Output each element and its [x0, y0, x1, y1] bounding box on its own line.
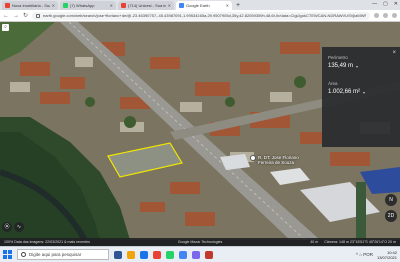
2d-toggle-button[interactable]: 2D [385, 210, 397, 222]
browser-tab-strip: Nova Imobiliária - Sua imobiliária e ✕ (… [0, 0, 400, 10]
tab-3[interactable]: (714) Unicesi - Sua imobiliária e ✕ [118, 1, 174, 10]
place-label[interactable]: R. DT. Jose Floriano Ferreira de Souza [258, 155, 299, 165]
tab-label: (714) Unicesi - Sua imobiliária e [128, 3, 166, 8]
area-value-row[interactable]: 1.002,66 m² ▾ [328, 89, 394, 95]
chevron-down-icon[interactable]: ▾ [356, 64, 358, 69]
file-explorer-icon[interactable] [127, 250, 135, 259]
tab-label: (7) WhatsApp [70, 3, 95, 8]
address-bar: ← → ↻ earth.google.com/web/search/jose+f… [0, 10, 400, 22]
map-status-bar: 100% Data das imagens: 22/03/2021 & mais… [0, 238, 400, 246]
url-text: earth.google.com/web/search/jose+florian… [43, 13, 366, 18]
imagery-date-text: 100% Data das imagens: 22/03/2021 & mais… [4, 240, 90, 244]
reload-icon[interactable]: ↻ [23, 12, 28, 19]
whatsapp-icon[interactable] [166, 250, 174, 259]
location-icon[interactable]: ⦿ [2, 222, 12, 232]
window-controls: — ▢ ✕ [372, 1, 398, 7]
taskbar-app-icons [114, 250, 213, 259]
tab-close-icon[interactable]: ✕ [168, 3, 171, 8]
place-pin-icon[interactable] [250, 155, 256, 161]
extension-icon[interactable] [383, 13, 388, 18]
tab-favicon-icon [5, 3, 10, 8]
windows-taskbar: Digite aqui para pesquisar ^ ⌂ POR 10:42… [0, 246, 400, 262]
chrome-icon[interactable] [179, 250, 187, 259]
forward-arrow-icon[interactable]: → [13, 13, 19, 19]
measure-ruler-icon[interactable]: ∿ [14, 222, 24, 232]
chevron-down-icon[interactable]: ▾ [363, 90, 365, 95]
tab-favicon-icon [63, 3, 68, 8]
tab-close-icon[interactable]: ✕ [110, 3, 113, 8]
tab-label: Google Earth [186, 3, 210, 8]
tab-close-icon[interactable]: ✕ [226, 3, 229, 8]
profile-icon[interactable] [392, 13, 397, 18]
system-tray: ^ ⌂ POR 10:42 13/07/2021 [356, 250, 397, 260]
back-arrow-icon[interactable]: ← [3, 13, 9, 19]
map-search-icon[interactable]: ⌕ [2, 24, 9, 31]
close-window-button[interactable]: ✕ [394, 1, 398, 7]
close-icon[interactable]: × [392, 50, 396, 56]
windows-start-icon[interactable] [3, 250, 12, 259]
edge-icon[interactable] [140, 250, 148, 259]
minimize-button[interactable]: — [372, 1, 377, 7]
scale-text: 40 m [310, 240, 319, 244]
tab-2[interactable]: (7) WhatsApp ✕ [60, 1, 116, 10]
clock[interactable]: 10:42 13/07/2021 [377, 250, 397, 260]
app-icon[interactable] [192, 250, 200, 259]
tab-1[interactable]: Nova Imobiliária - Sua imobiliária e ✕ [2, 1, 58, 10]
office-icon[interactable] [153, 250, 161, 259]
new-tab-button[interactable]: + [236, 2, 240, 10]
tab-label: Nova Imobiliária - Sua imobiliária e [12, 3, 50, 8]
screen: Nova Imobiliária - Sua imobiliária e ✕ (… [0, 0, 400, 262]
tab-4[interactable]: Google Earth ✕ [176, 1, 232, 10]
star-icon[interactable] [374, 13, 379, 18]
tab-favicon-icon [121, 3, 126, 8]
maximize-button[interactable]: ▢ [383, 1, 388, 7]
url-field[interactable]: earth.google.com/web/search/jose+florian… [32, 11, 370, 20]
clock-date: 13/07/2021 [376, 254, 397, 260]
perimeter-label: Perímetro [328, 55, 348, 60]
app-icon[interactable] [205, 250, 213, 259]
tab-favicon-icon [179, 3, 184, 8]
camera-coordinates-text: Câmera: 148 m 23°16'51"S 45°26'14"O 20 m [324, 240, 396, 244]
area-label: Área [328, 81, 338, 86]
perimeter-value: 135,49 m [328, 63, 354, 69]
lock-icon [36, 13, 41, 18]
tray-icons-text[interactable]: ^ ⌂ POR [356, 252, 373, 257]
search-icon [21, 252, 26, 257]
tab-close-icon[interactable]: ✕ [52, 3, 55, 8]
taskbar-search-placeholder: Digite aqui para pesquisar [29, 252, 82, 257]
compass-button[interactable]: N [385, 194, 397, 206]
measure-panel: × Perímetro 135,49 m ▾ Área 1.002,66 m² … [322, 47, 400, 147]
area-value: 1.002,66 m² [328, 89, 361, 95]
satellite-map[interactable]: R. DT. Jose Floriano Ferreira de Souza ⌕… [0, 22, 400, 240]
task-view-icon[interactable] [114, 250, 122, 259]
browser-toolbar-icons [374, 13, 397, 18]
place-label-line2: Ferreira de Souza [258, 160, 295, 165]
taskbar-search-input[interactable]: Digite aqui para pesquisar [17, 249, 109, 260]
attribution-text: Google Maxar Technologies [177, 240, 223, 244]
